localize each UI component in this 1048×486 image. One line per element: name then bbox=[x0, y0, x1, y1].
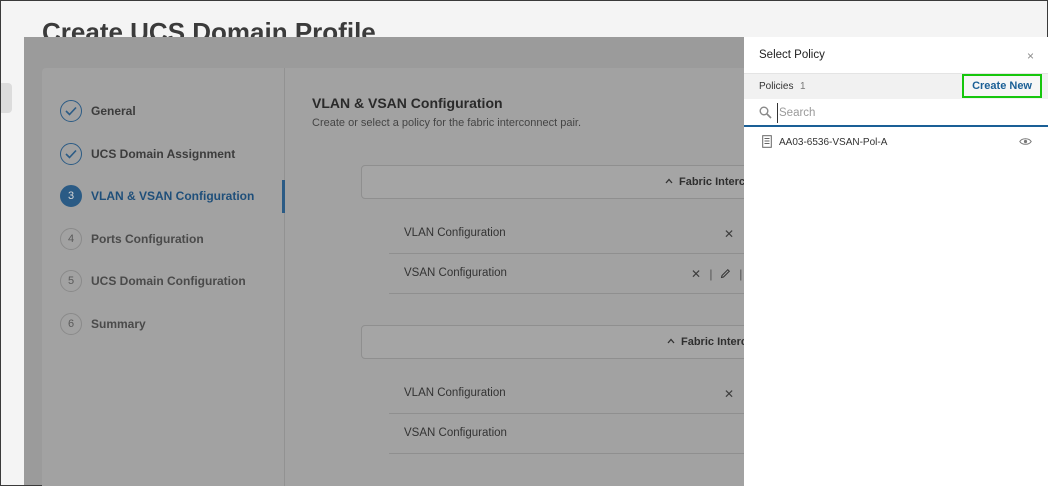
policy-list-item[interactable]: AA03-6536-VSAN-Pol-A bbox=[744, 132, 1048, 154]
divider: | bbox=[709, 267, 713, 281]
step-label: UCS Domain Configuration bbox=[91, 274, 246, 288]
fabric-a-header[interactable]: Fabric Interc bbox=[361, 165, 761, 199]
fabric-b-header[interactable]: Fabric Interc bbox=[361, 325, 761, 359]
eye-icon[interactable] bbox=[1019, 137, 1032, 146]
step-general[interactable]: General bbox=[60, 100, 136, 122]
step-number: 6 bbox=[60, 313, 82, 335]
section-title: VLAN & VSAN Configuration bbox=[312, 95, 503, 111]
create-new-button[interactable]: Create New bbox=[962, 74, 1042, 98]
policies-count: 1 bbox=[800, 81, 806, 92]
close-icon[interactable]: × bbox=[1027, 49, 1034, 63]
step-ucs-domain-assignment[interactable]: UCS Domain Assignment bbox=[60, 143, 235, 165]
fabric-b-vlan-row: VLAN Configuration ✕ | bbox=[389, 374, 761, 414]
step-ucs-domain-configuration[interactable]: 5 UCS Domain Configuration bbox=[60, 270, 246, 292]
pencil-icon[interactable] bbox=[720, 268, 731, 279]
search-input[interactable] bbox=[777, 103, 1017, 123]
step-vlan-vsan-configuration[interactable]: 3 VLAN & VSAN Configuration bbox=[60, 185, 254, 207]
fabric-a-vsan-row: VSAN Configuration ✕ | | bbox=[389, 254, 761, 294]
step-summary[interactable]: 6 Summary bbox=[60, 313, 146, 335]
row-label: VSAN Configuration bbox=[404, 427, 507, 439]
step-label: General bbox=[91, 104, 136, 118]
select-policy-drawer: Select Policy × Policies 1 Create New AA… bbox=[744, 37, 1048, 486]
side-tab-stub bbox=[1, 83, 12, 113]
step-label: VLAN & VSAN Configuration bbox=[91, 189, 255, 203]
check-icon bbox=[60, 143, 82, 165]
row-label: VLAN Configuration bbox=[404, 227, 506, 239]
step-number: 3 bbox=[60, 185, 82, 207]
step-number: 5 bbox=[60, 270, 82, 292]
policy-name: AA03-6536-VSAN-Pol-A bbox=[779, 137, 888, 148]
divider: | bbox=[739, 267, 743, 281]
row-label: VLAN Configuration bbox=[404, 387, 506, 399]
section-subtitle: Create or select a policy for the fabric… bbox=[312, 117, 582, 129]
row-label: VSAN Configuration bbox=[404, 267, 507, 279]
fabric-a-title: Fabric Interc bbox=[665, 176, 745, 188]
fabric-a-vlan-row: VLAN Configuration ✕ | bbox=[389, 214, 761, 254]
close-icon[interactable]: ✕ bbox=[691, 267, 701, 281]
search-box bbox=[744, 99, 1048, 127]
close-icon[interactable]: ✕ bbox=[724, 227, 734, 241]
step-label: Ports Configuration bbox=[91, 232, 204, 246]
fabric-a-title-text: Fabric Interc bbox=[679, 176, 746, 188]
fabric-b-title: Fabric Interc bbox=[667, 336, 747, 348]
document-icon bbox=[762, 135, 772, 148]
chevron-up-icon bbox=[667, 338, 675, 344]
check-icon bbox=[60, 100, 82, 122]
policies-label: Policies bbox=[759, 81, 794, 92]
fabric-b-title-text: Fabric Interc bbox=[681, 336, 748, 348]
chevron-up-icon bbox=[665, 178, 673, 184]
drawer-title: Select Policy bbox=[759, 49, 825, 61]
active-step-indicator bbox=[282, 180, 285, 213]
row-actions: ✕ | | bbox=[691, 267, 742, 281]
fabric-b-vsan-row: VSAN Configuration bbox=[389, 414, 761, 454]
search-icon bbox=[759, 106, 772, 119]
step-number: 4 bbox=[60, 228, 82, 250]
close-icon[interactable]: ✕ bbox=[724, 387, 734, 401]
step-label: UCS Domain Assignment bbox=[91, 147, 236, 161]
policies-bar: Policies 1 Create New bbox=[744, 73, 1048, 99]
wizard-steps: General UCS Domain Assignment 3 VLAN & V… bbox=[42, 68, 285, 486]
step-ports-configuration[interactable]: 4 Ports Configuration bbox=[60, 228, 204, 250]
step-label: Summary bbox=[91, 317, 146, 331]
